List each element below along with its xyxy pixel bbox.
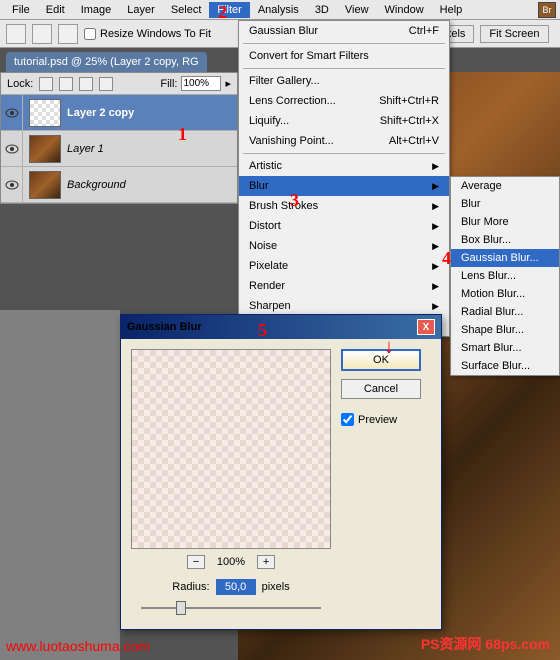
menu-item[interactable]: Vanishing Point...Alt+Ctrl+V [239,131,449,151]
menu-layer[interactable]: Layer [119,2,163,18]
menu-3d[interactable]: 3D [307,2,337,18]
visibility-eye-icon[interactable] [1,167,23,203]
fill-dropdown-icon[interactable]: ▸ [225,77,231,90]
menu-file[interactable]: File [4,2,38,18]
layer-name: Layer 1 [67,143,104,155]
zoom-tool-icon[interactable] [6,24,26,44]
resize-windows-input[interactable] [84,28,96,40]
submenu-item[interactable]: Radial Blur... [451,303,559,321]
resize-windows-checkbox[interactable]: Resize Windows To Fit [84,28,211,40]
pasteboard [0,310,120,660]
filter-menu-dropdown: Gaussian BlurCtrl+F Convert for Smart Fil… [238,20,450,337]
menu-item[interactable]: Render▶ [239,276,449,296]
lock-image-icon[interactable] [59,77,73,91]
layer-row[interactable]: Background [1,167,237,203]
fill-input[interactable] [181,76,221,91]
menu-help[interactable]: Help [432,2,471,18]
submenu-item[interactable]: Shape Blur... [451,321,559,339]
layer-name: Background [67,179,126,191]
layer-thumbnail[interactable] [29,99,61,127]
watermark-left: www.luotaoshuma.com [6,638,150,654]
menu-item[interactable]: Sharpen▶ [239,296,449,316]
menu-filter[interactable]: Filter [209,2,249,18]
bridge-badge[interactable]: Br [538,2,556,18]
blur-submenu: AverageBlurBlur MoreBox Blur...Gaussian … [450,176,560,376]
layers-panel: Lock: Fill: ▸ Layer 2 copy Layer 1 Backgro… [0,72,238,204]
menu-item[interactable]: Distort▶ [239,216,449,236]
lock-all-icon[interactable] [99,77,113,91]
menu-edit[interactable]: Edit [38,2,73,18]
menu-item[interactable]: Noise▶ [239,236,449,256]
menu-item[interactable]: Artistic▶ [239,156,449,176]
gaussian-blur-dialog: Gaussian Blur X − 100% + Radius: pixels … [120,314,442,630]
submenu-item[interactable]: Box Blur... [451,231,559,249]
menu-item[interactable]: Filter Gallery... [239,71,449,91]
radius-label: Radius: [172,581,209,593]
annotation-2: 2 [218,2,227,23]
zoom-level: 100% [217,556,245,568]
slider-handle[interactable] [176,601,186,615]
layer-thumbnail[interactable] [29,171,61,199]
menu-item[interactable]: Lens Correction...Shift+Ctrl+R [239,91,449,111]
annotation-1: 1 [178,124,187,145]
fit-screen-button[interactable]: Fit Screen [480,25,548,43]
radius-unit: pixels [262,581,290,593]
submenu-item[interactable]: Lens Blur... [451,267,559,285]
submenu-item[interactable]: Smart Blur... [451,339,559,357]
lock-position-icon[interactable] [79,77,93,91]
watermark-right: PS资源网 68ps.com [421,634,550,654]
annotation-4: 4 [442,248,451,269]
dialog-title: Gaussian Blur [127,321,202,333]
menu-select[interactable]: Select [163,2,210,18]
close-icon[interactable]: X [417,319,435,335]
annotation-5: 5 [258,320,267,341]
menubar: FileEditImageLayerSelectFilterAnalysis3D… [0,0,560,20]
menu-item[interactable]: Brush Strokes▶ [239,196,449,216]
zoom-out-button[interactable]: − [187,555,205,569]
submenu-item[interactable]: Motion Blur... [451,285,559,303]
layer-row[interactable]: Layer 2 copy [1,95,237,131]
resize-windows-label: Resize Windows To Fit [100,28,211,40]
preview-checkbox-input[interactable] [341,413,354,426]
menu-image[interactable]: Image [73,2,120,18]
layer-row[interactable]: Layer 1 [1,131,237,167]
radius-slider[interactable] [131,599,331,619]
menu-item[interactable]: Blur▶ [239,176,449,196]
menu-item[interactable]: Pixelate▶ [239,256,449,276]
preview-canvas[interactable] [131,349,331,549]
submenu-item[interactable]: Average [451,177,559,195]
zoom-out-icon[interactable] [58,24,78,44]
submenu-item[interactable]: Surface Blur... [451,357,559,375]
document-tab[interactable]: tutorial.psd @ 25% (Layer 2 copy, RG [6,52,207,72]
menu-view[interactable]: View [337,2,377,18]
menu-analysis[interactable]: Analysis [250,2,307,18]
menu-window[interactable]: Window [377,2,432,18]
ok-button[interactable]: OK [341,349,421,371]
menu-item[interactable]: Convert for Smart Filters [239,46,449,66]
zoom-controls: − 100% + [131,555,331,569]
preview-label: Preview [358,414,397,426]
submenu-item[interactable]: Blur More [451,213,559,231]
annotation-3: 3 [290,190,299,211]
lock-transparency-icon[interactable] [39,77,53,91]
lock-label: Lock: [7,78,33,90]
layer-thumbnail[interactable] [29,135,61,163]
submenu-item[interactable]: Blur [451,195,559,213]
annotation-arrow: ↓ [384,336,394,359]
visibility-eye-icon[interactable] [1,131,23,167]
zoom-in-button[interactable]: + [257,555,275,569]
fill-label: Fill: [160,78,177,90]
menu-item[interactable]: Gaussian BlurCtrl+F [239,21,449,41]
visibility-eye-icon[interactable] [1,95,23,131]
submenu-item[interactable]: Gaussian Blur... [451,249,559,267]
layers-panel-header: Lock: Fill: ▸ [1,73,237,95]
radius-input[interactable] [216,579,256,595]
preview-checkbox[interactable]: Preview [341,413,421,426]
cancel-button[interactable]: Cancel [341,379,421,399]
zoom-in-icon[interactable] [32,24,52,44]
menu-item[interactable]: Liquify...Shift+Ctrl+X [239,111,449,131]
layer-name: Layer 2 copy [67,107,134,119]
